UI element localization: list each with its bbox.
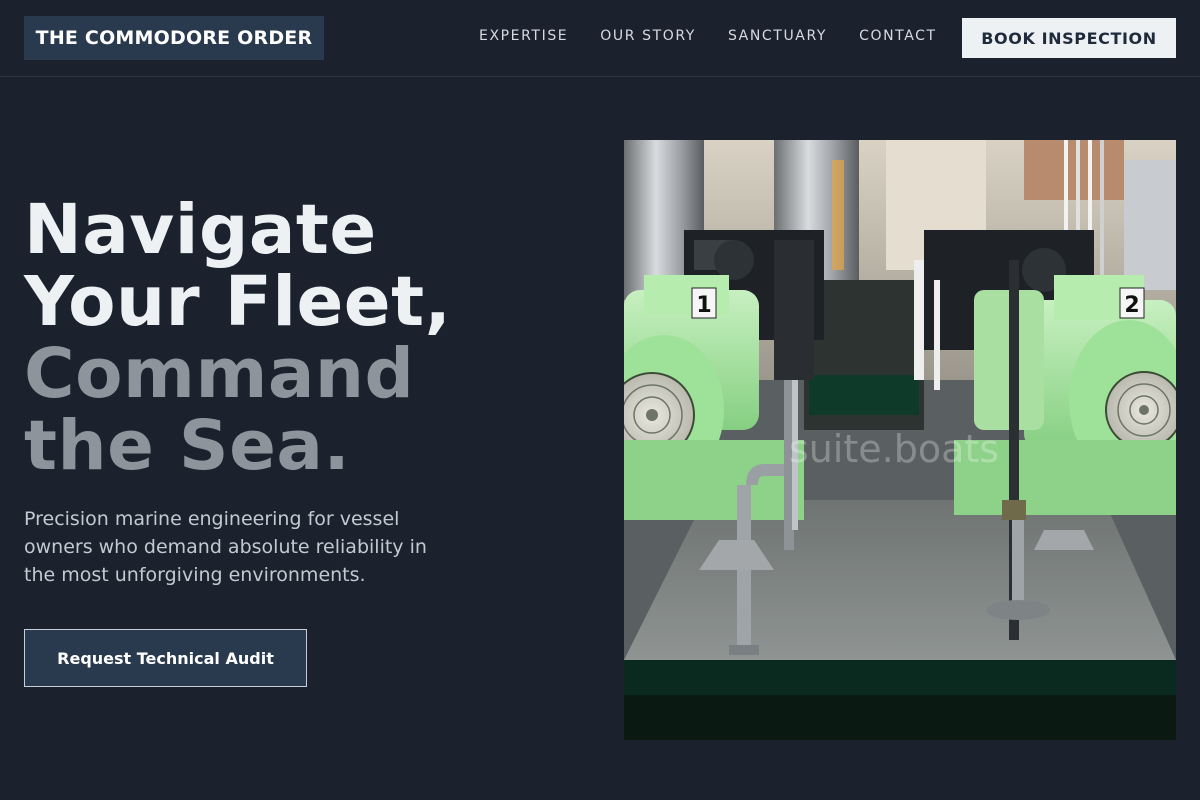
image-watermark: suite.boats bbox=[789, 427, 999, 471]
request-audit-button[interactable]: Request Technical Audit bbox=[24, 629, 307, 687]
hero-subtext: Precision marine engineering for vessel … bbox=[24, 508, 427, 586]
main-nav: EXPERTISE OUR STORY SANCTUARY CONTACT bbox=[479, 26, 937, 46]
book-inspection-button[interactable]: BOOK INSPECTION bbox=[962, 18, 1176, 58]
motor-1-number: 1 bbox=[696, 293, 711, 318]
nav-item-sanctuary[interactable]: SANCTUARY bbox=[728, 26, 827, 46]
headline-line-4: the Sea. bbox=[24, 406, 351, 486]
headline-line-2: Your Fleet, bbox=[24, 262, 452, 342]
motor-2-number: 2 bbox=[1124, 293, 1139, 318]
headline-line-3: Command bbox=[24, 334, 415, 414]
nav-item-expertise[interactable]: EXPERTISE bbox=[479, 26, 568, 46]
hero-headline: Navigate Your Fleet, Command the Sea. bbox=[24, 194, 584, 482]
headline-line-1: Navigate bbox=[24, 190, 377, 270]
nav-item-our-story[interactable]: OUR STORY bbox=[600, 26, 696, 46]
brand-logo[interactable]: THE COMMODORE ORDER bbox=[24, 16, 324, 60]
site-header: THE COMMODORE ORDER EXPERTISE OUR STORY … bbox=[0, 0, 1200, 77]
nav-item-contact[interactable]: CONTACT bbox=[859, 26, 937, 46]
engine-room-photo: 1 2 suite.boats bbox=[624, 140, 1176, 740]
